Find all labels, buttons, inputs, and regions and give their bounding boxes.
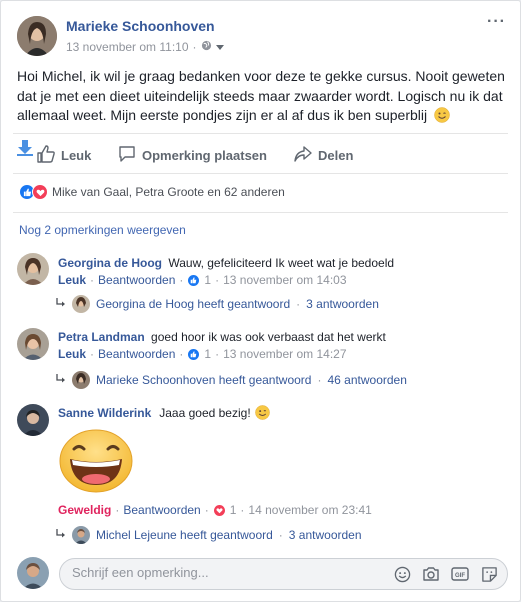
comment-time[interactable]: 13 november om 14:27 bbox=[223, 347, 346, 361]
author-avatar[interactable] bbox=[17, 16, 57, 56]
post-text: Hoi Michel, ik wil je graag bedanken voo… bbox=[17, 67, 509, 129]
separator-dot: · bbox=[179, 347, 184, 361]
divider bbox=[13, 173, 508, 174]
reaction-count[interactable]: 1 bbox=[204, 347, 211, 361]
reply-count: 3 antwoorden bbox=[288, 528, 362, 542]
reply-arrow-icon bbox=[56, 373, 66, 387]
post-card: Marieke Schoonhoven 13 november om 11:10… bbox=[0, 0, 521, 602]
thumbs-up-icon bbox=[37, 145, 55, 166]
separator-dot: · bbox=[278, 528, 283, 542]
camera-icon[interactable] bbox=[421, 564, 441, 584]
comment-text: Sanne Wilderink Jaaa goed bezig! bbox=[58, 405, 270, 420]
reactions-summary-text: Mike van Gaal, Petra Groote en 62 andere… bbox=[52, 185, 285, 199]
reply-count: 46 antwoorden bbox=[327, 373, 407, 387]
separator-dot: · bbox=[115, 503, 120, 517]
reply-avatar bbox=[72, 526, 90, 544]
love-reaction-icon bbox=[32, 184, 48, 200]
share-arrow-icon bbox=[294, 145, 312, 166]
smile-emoji-icon bbox=[434, 107, 450, 129]
globe-icon[interactable] bbox=[201, 40, 212, 54]
divider bbox=[13, 212, 508, 213]
reply-count: 3 antwoorden bbox=[306, 297, 379, 311]
replies-link[interactable]: Marieke Schoonhoven heeft geantwoord · 4… bbox=[56, 371, 407, 389]
separator-dot: · bbox=[215, 273, 220, 287]
post-body: Hoi Michel, ik wil je graag bedanken voo… bbox=[17, 68, 505, 123]
comment-body: Wauw, gefeliciteerd Ik weet wat je bedoe… bbox=[168, 256, 395, 270]
comment-like-link[interactable]: Geweldig bbox=[58, 503, 111, 517]
like-reaction-icon bbox=[187, 273, 201, 287]
reply-avatar bbox=[72, 295, 90, 313]
composer-avatar bbox=[17, 557, 49, 589]
separator-dot: · bbox=[317, 373, 322, 387]
comment-time[interactable]: 14 november om 23:41 bbox=[248, 503, 371, 517]
reaction-count[interactable]: 1 bbox=[230, 503, 237, 517]
reply-who: Michel Lejeune heeft geantwoord bbox=[96, 528, 273, 542]
post-meta: 13 november om 11:10 · bbox=[66, 40, 224, 54]
replies-link[interactable]: Michel Lejeune heeft geantwoord · 3 antw… bbox=[56, 526, 362, 544]
sticker-icon[interactable] bbox=[479, 564, 499, 584]
reaction-count[interactable]: 1 bbox=[204, 273, 211, 287]
separator-dot: · bbox=[204, 503, 209, 517]
reply-who: Marieke Schoonhoven heeft geantwoord bbox=[96, 373, 312, 387]
svg-text:GIF: GIF bbox=[455, 573, 465, 579]
comment-like-link[interactable]: Leuk bbox=[58, 273, 86, 287]
love-reaction-icon bbox=[212, 503, 226, 517]
separator-dot: · bbox=[240, 503, 245, 517]
gif-icon[interactable]: GIF bbox=[450, 564, 470, 584]
comment-avatar[interactable] bbox=[17, 328, 49, 360]
comment-reply-link[interactable]: Beantwoorden bbox=[98, 347, 175, 361]
comment-meta: Leuk · Beantwoorden · 1 · 13 november om… bbox=[58, 273, 347, 287]
like-reaction-icon bbox=[187, 347, 201, 361]
comment-button-label: Opmerking plaatsen bbox=[142, 148, 267, 163]
reply-avatar bbox=[72, 371, 90, 389]
audience-dropdown-icon[interactable] bbox=[215, 40, 224, 54]
like-button-label: Leuk bbox=[61, 148, 92, 163]
comment-meta: Leuk · Beantwoorden · 1 · 13 november om… bbox=[58, 347, 347, 361]
composer-icons: GIF bbox=[392, 564, 499, 584]
comment-body: goed hoor ik was ook verbaast dat het we… bbox=[151, 330, 386, 344]
comment-reply-link[interactable]: Beantwoorden bbox=[98, 273, 175, 287]
action-bar: Leuk Opmerking plaatsen Delen bbox=[1, 139, 520, 169]
replies-link[interactable]: Georgina de Hoog heeft geantwoord · 3 an… bbox=[56, 295, 379, 313]
separator-dot: · bbox=[90, 273, 95, 287]
emoji-icon[interactable] bbox=[392, 564, 412, 584]
comment-author[interactable]: Georgina de Hoog bbox=[58, 256, 162, 270]
more-comments-link[interactable]: Nog 2 opmerkingen weergeven bbox=[19, 223, 186, 237]
comment-body: Jaaa goed bezig! bbox=[159, 405, 251, 420]
comment-author[interactable]: Petra Landman bbox=[58, 330, 145, 344]
comment-like-link[interactable]: Leuk bbox=[58, 347, 86, 361]
reply-who: Georgina de Hoog heeft geantwoord bbox=[96, 297, 291, 311]
post-author[interactable]: Marieke Schoonhoven bbox=[66, 18, 215, 34]
separator-dot: · bbox=[90, 347, 95, 361]
comment-avatar[interactable] bbox=[17, 404, 49, 436]
separator-dot: · bbox=[296, 297, 301, 311]
separator-dot: · bbox=[179, 273, 184, 287]
more-options-icon[interactable]: ··· bbox=[487, 13, 506, 31]
like-button[interactable]: Leuk bbox=[37, 145, 91, 166]
comment-author[interactable]: Sanne Wilderink bbox=[58, 406, 151, 420]
comment-reply-link[interactable]: Beantwoorden bbox=[123, 503, 200, 517]
divider bbox=[13, 133, 508, 134]
comment-icon bbox=[118, 145, 136, 166]
share-button-label: Delen bbox=[318, 148, 354, 163]
comment-text: Petra Landman goed hoor ik was ook verba… bbox=[58, 330, 386, 344]
comment-text: Georgina de Hoog Wauw, gefeliciteerd Ik … bbox=[58, 256, 394, 270]
smile-emoji-icon bbox=[254, 405, 270, 420]
share-button[interactable]: Delen bbox=[294, 145, 353, 166]
comment-input[interactable] bbox=[72, 565, 372, 580]
laughing-sticker[interactable] bbox=[58, 425, 134, 493]
post-timestamp[interactable]: 13 november om 11:10 bbox=[66, 40, 189, 54]
reply-arrow-icon bbox=[56, 528, 66, 542]
comment-avatar[interactable] bbox=[17, 253, 49, 285]
reactions-summary[interactable]: Mike van Gaal, Petra Groote en 62 andere… bbox=[19, 184, 285, 200]
separator-dot: · bbox=[215, 347, 220, 361]
comment-button[interactable]: Opmerking plaatsen bbox=[118, 145, 267, 166]
reply-arrow-icon bbox=[56, 297, 66, 311]
comment-meta: Geweldig · Beantwoorden · 1 · 14 novembe… bbox=[58, 503, 372, 517]
separator-dot: · bbox=[192, 40, 197, 54]
comment-time[interactable]: 13 november om 14:03 bbox=[223, 273, 346, 287]
comment-composer[interactable]: GIF bbox=[59, 558, 508, 590]
download-arrow-icon bbox=[16, 140, 34, 161]
